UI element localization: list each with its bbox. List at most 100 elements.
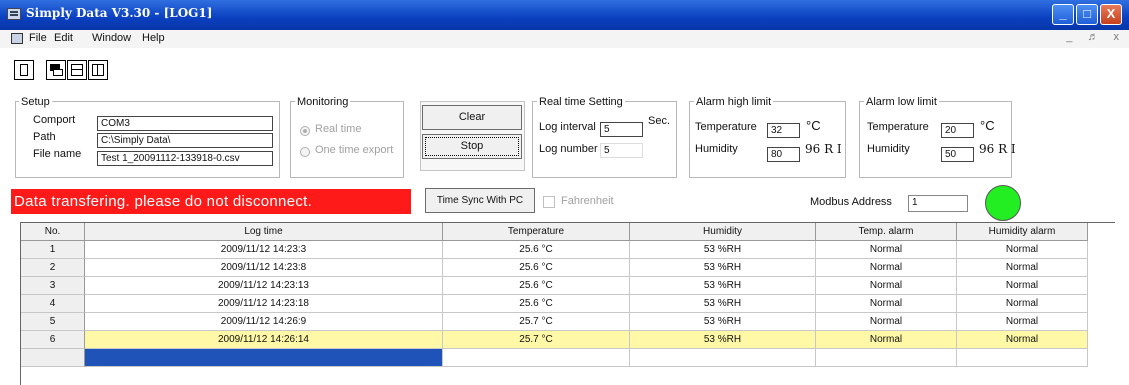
- humidity-cell[interactable]: 53 %RH: [630, 277, 816, 295]
- alarm-high-temp-label: Temperature: [695, 121, 757, 133]
- log-time-cell[interactable]: 2009/11/12 14:26:9: [85, 313, 443, 331]
- temperature-cell[interactable]: 25.7 °C: [443, 313, 630, 331]
- realtime-setting-group: [532, 101, 677, 178]
- fahrenheit-checkbox[interactable]: [543, 196, 555, 208]
- comport-label: Comport: [33, 114, 76, 126]
- row-number[interactable]: 1: [21, 241, 85, 259]
- one-time-export-radio[interactable]: [300, 147, 310, 157]
- column-header-humidity[interactable]: Humidity: [630, 223, 816, 241]
- humidity-cell[interactable]: 53 %RH: [630, 241, 816, 259]
- log-interval-label: Log interval: [539, 121, 596, 133]
- row-number[interactable]: 2: [21, 259, 85, 277]
- log-time-cell[interactable]: 2009/11/12 14:23:18: [85, 295, 443, 313]
- temperature-cell[interactable]: 25.6 °C: [443, 259, 630, 277]
- fahrenheit-label: Fahrenheit: [561, 195, 614, 207]
- alarm-high-hum-field[interactable]: 80: [767, 147, 800, 162]
- temp-alarm-cell[interactable]: Normal: [816, 277, 957, 295]
- comport-field[interactable]: COM3: [97, 116, 273, 131]
- cascade-windows-icon[interactable]: [46, 60, 66, 80]
- humidity-alarm-cell[interactable]: Normal: [957, 277, 1088, 295]
- column-header-temp-alarm[interactable]: Temp. alarm: [816, 223, 957, 241]
- log-time-cell[interactable]: 2009/11/12 14:26:14: [85, 331, 443, 349]
- temp-alarm-cell[interactable]: Normal: [816, 313, 957, 331]
- alarm-low-temp-label: Temperature: [867, 121, 929, 133]
- mdi-window-controls[interactable]: _ ♬ x: [1066, 31, 1125, 43]
- row-number[interactable]: 6: [21, 331, 85, 349]
- column-header-humidity-alarm[interactable]: Humidity alarm: [957, 223, 1088, 241]
- humidity-alarm-cell[interactable]: Normal: [957, 259, 1088, 277]
- document-icon[interactable]: [11, 33, 23, 44]
- connection-status-led: [985, 185, 1021, 221]
- realtime-radio[interactable]: [300, 126, 310, 136]
- path-field[interactable]: C:\Simply Data\: [97, 133, 273, 148]
- humidity-alarm-cell[interactable]: Normal: [957, 295, 1088, 313]
- modbus-address-field[interactable]: 1: [908, 195, 968, 212]
- tile-vertical-icon[interactable]: [88, 60, 108, 80]
- temp-alarm-cell[interactable]: Normal: [816, 241, 957, 259]
- new-row-number[interactable]: [21, 349, 85, 367]
- temperature-cell[interactable]: 25.6 °C: [443, 277, 630, 295]
- alarm-high-group: [689, 101, 846, 178]
- temp-alarm-cell[interactable]: Normal: [816, 295, 957, 313]
- alarm-low-hum-unit: 96 R I: [979, 142, 1016, 156]
- new-row-focus-cell[interactable]: [85, 349, 443, 367]
- temp-alarm-cell[interactable]: Normal: [816, 331, 957, 349]
- new-row-cell[interactable]: [630, 349, 816, 367]
- alarm-low-group: [859, 101, 1012, 178]
- window-title: Simply Data V3.30 - [LOG1]: [26, 6, 213, 20]
- menu-edit[interactable]: Edit: [54, 32, 73, 44]
- alarm-low-hum-field[interactable]: 50: [941, 147, 974, 162]
- log-time-cell[interactable]: 2009/11/12 14:23:8: [85, 259, 443, 277]
- alarm-high-hum-label: Humidity: [695, 143, 738, 155]
- log-interval-field[interactable]: 5: [600, 122, 643, 137]
- menu-help[interactable]: Help: [142, 32, 165, 44]
- new-row-cell[interactable]: [957, 349, 1088, 367]
- log-time-cell[interactable]: 2009/11/12 14:23:13: [85, 277, 443, 295]
- menu-file[interactable]: File: [29, 32, 47, 44]
- humidity-cell[interactable]: 53 %RH: [630, 331, 816, 349]
- humidity-alarm-cell[interactable]: Normal: [957, 241, 1088, 259]
- column-header-log-time[interactable]: Log time: [85, 223, 443, 241]
- log-number-field[interactable]: 5: [600, 143, 643, 158]
- temperature-cell[interactable]: 25.6 °C: [443, 295, 630, 313]
- alarm-low-temp-field[interactable]: 20: [941, 123, 974, 138]
- humidity-cell[interactable]: 53 %RH: [630, 295, 816, 313]
- humidity-cell[interactable]: 53 %RH: [630, 259, 816, 277]
- close-button[interactable]: X: [1100, 4, 1122, 25]
- filename-label: File name: [33, 148, 82, 160]
- row-number[interactable]: 4: [21, 295, 85, 313]
- log-time-cell[interactable]: 2009/11/12 14:23:3: [85, 241, 443, 259]
- filename-field[interactable]: Test 1_20091112-133918-0.csv: [97, 151, 273, 166]
- column-header-no[interactable]: No.: [21, 223, 85, 241]
- menu-bar: [0, 30, 1129, 48]
- log-interval-unit: Sec.: [648, 115, 671, 127]
- menu-window[interactable]: Window: [92, 32, 131, 44]
- stop-button[interactable]: Stop: [422, 134, 522, 159]
- monitoring-group: [290, 101, 404, 178]
- path-label: Path: [33, 131, 56, 143]
- column-header-temperature[interactable]: Temperature: [443, 223, 630, 241]
- minimize-button[interactable]: _: [1052, 4, 1074, 25]
- temp-alarm-cell[interactable]: Normal: [816, 259, 957, 277]
- maximize-button[interactable]: □: [1076, 4, 1098, 25]
- new-row-cell[interactable]: [443, 349, 630, 367]
- log-number-label: Log number: [539, 143, 598, 155]
- alarm-high-temp-field[interactable]: 32: [767, 123, 800, 138]
- time-sync-button[interactable]: Time Sync With PC: [425, 188, 535, 213]
- new-row-cell[interactable]: [816, 349, 957, 367]
- realtime-label: Real time: [315, 123, 362, 135]
- clear-button[interactable]: Clear: [422, 105, 522, 130]
- data-log-table[interactable]: No. Log time Temperature Humidity Temp. …: [20, 222, 1115, 385]
- new-document-icon[interactable]: [14, 60, 34, 80]
- monitoring-legend: Monitoring: [295, 96, 351, 108]
- tile-horizontal-icon[interactable]: [67, 60, 87, 80]
- row-number[interactable]: 5: [21, 313, 85, 331]
- row-number[interactable]: 3: [21, 277, 85, 295]
- humidity-alarm-cell[interactable]: Normal: [957, 313, 1088, 331]
- temperature-cell[interactable]: 25.7 °C: [443, 331, 630, 349]
- humidity-cell[interactable]: 53 %RH: [630, 313, 816, 331]
- humidity-alarm-cell[interactable]: Normal: [957, 331, 1088, 349]
- temperature-cell[interactable]: 25.6 °C: [443, 241, 630, 259]
- alarm-high-hum-unit: 96 R I: [805, 142, 842, 156]
- app-icon: [7, 8, 21, 20]
